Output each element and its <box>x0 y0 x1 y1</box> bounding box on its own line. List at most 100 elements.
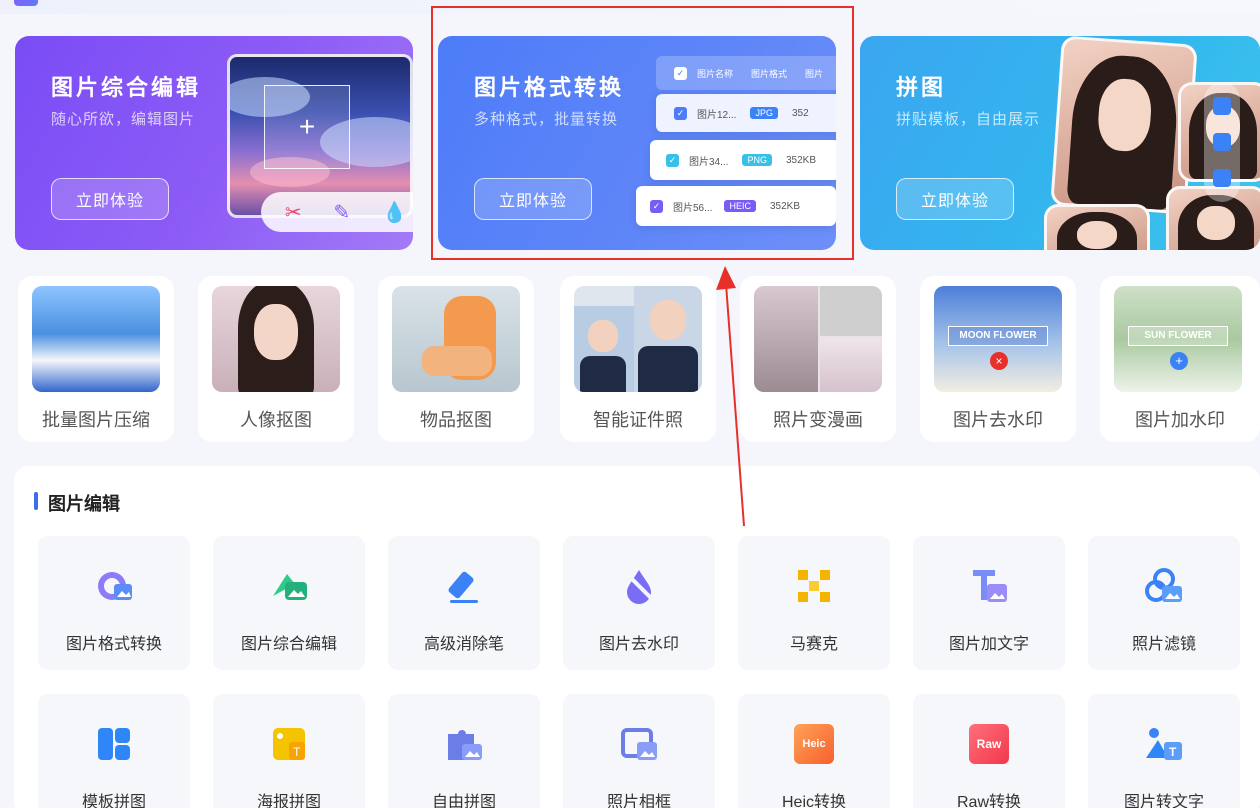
banner-format-convert[interactable]: 图片格式转换 多种格式，批量转换 立即体验 ✓ 图片名称 图片格式 图片 ✓ 图… <box>438 36 836 250</box>
drop-icon: 💧 <box>382 201 408 224</box>
add-text-icon <box>973 570 1007 602</box>
header-name: 图片名称 <box>697 68 734 79</box>
tool-raw-convert[interactable]: Raw Raw转换 <box>913 694 1065 808</box>
format-convert-icon <box>98 572 132 600</box>
watermark-overlay: SUN FLOWER <box>1128 326 1228 346</box>
tool-poster-collage[interactable]: T 海报拼图 <box>213 694 365 808</box>
filter-icon <box>1145 568 1182 602</box>
quick-tool-label: 图片去水印 <box>953 410 1043 430</box>
tool-label: 马赛克 <box>789 636 838 653</box>
eraser-pen-icon <box>448 571 478 603</box>
tool-add-text[interactable]: 图片加文字 <box>913 536 1065 670</box>
grid-icon <box>1213 97 1231 115</box>
table-row: ✓ 图片56... HEIC 352KB <box>636 186 836 226</box>
row-size: 352KB <box>785 154 817 166</box>
mosaic-icon <box>798 570 830 602</box>
row-name: 图片56... <box>673 202 713 214</box>
checkbox-icon: ✓ <box>674 106 687 120</box>
app-logo-icon <box>14 0 38 6</box>
table-row: ✓ 图片34... PNG 352KB <box>650 140 836 180</box>
row-name: 图片34... <box>689 156 729 168</box>
poster-collage-icon: T <box>273 728 305 760</box>
quick-tool-add-watermark[interactable]: SUN FLOWER + 图片加水印 <box>1100 276 1260 442</box>
tool-free-collage[interactable]: 自由拼图 <box>388 694 540 808</box>
quick-tool-label: 物品抠图 <box>420 410 492 430</box>
tool-heic-convert[interactable]: Heic Heic转换 <box>738 694 890 808</box>
quick-tool-batch-compress[interactable]: 批量图片压缩 <box>18 276 174 442</box>
quick-tool-portrait-cutout[interactable]: 人像抠图 <box>198 276 354 442</box>
banner-title: 拼图 <box>896 75 947 100</box>
quick-tool-photo-to-comic[interactable]: 照片变漫画 <box>740 276 896 442</box>
tool-label: 图片转文字 <box>1123 794 1204 808</box>
tool-label: 图片去水印 <box>598 636 679 653</box>
checkbox-icon: ✓ <box>650 199 663 213</box>
tool-label: Raw转换 <box>956 794 1021 808</box>
image-edit-icon <box>273 574 307 600</box>
heic-icon: Heic <box>794 724 834 764</box>
tool-template-collage[interactable]: 模板拼图 <box>38 694 190 808</box>
tool-label: 模板拼图 <box>81 794 146 808</box>
format-badge: JPG <box>750 107 778 119</box>
banner-image-edit[interactable]: 图片综合编辑 随心所欲，编辑图片 立即体验 + ✂ ✎ 💧 <box>15 36 413 250</box>
watermark-overlay: MOON FLOWER <box>948 326 1048 346</box>
banner-title: 图片综合编辑 <box>51 75 202 100</box>
section-title: 图片编辑 <box>48 494 120 514</box>
remove-watermark-thumbnail: MOON FLOWER × <box>934 286 1062 392</box>
section-accent-bar <box>34 492 38 510</box>
quick-tool-label: 图片加水印 <box>1135 410 1225 430</box>
table-row: ✓ 图片12... JPG 352 <box>656 94 836 132</box>
row-size: 352KB <box>769 200 801 212</box>
format-badge: PNG <box>742 154 772 166</box>
heic-badge-text: Heic <box>802 738 826 750</box>
tool-photo-frame[interactable]: 照片相框 <box>563 694 715 808</box>
object-thumbnail <box>392 286 520 392</box>
quick-tool-label: 批量图片压缩 <box>42 410 150 430</box>
tool-image-edit[interactable]: 图片综合编辑 <box>213 536 365 670</box>
try-now-button[interactable]: 立即体验 <box>474 178 592 220</box>
svg-text:T: T <box>293 745 301 759</box>
quick-tool-label: 智能证件照 <box>593 410 683 430</box>
edit-toolbar: ✂ ✎ 💧 <box>261 192 413 232</box>
format-badge: HEIC <box>724 200 756 212</box>
try-now-button[interactable]: 立即体验 <box>896 178 1014 220</box>
free-collage-icon <box>448 730 482 760</box>
tool-label: 照片相框 <box>606 794 671 808</box>
scissors-icon: ✂ <box>284 201 302 224</box>
brush-icon: ✎ <box>333 201 351 224</box>
banner-collage[interactable]: 拼图 拼贴模板，自由展示 立即体验 <box>860 36 1260 250</box>
add-watermark-thumbnail: SUN FLOWER + <box>1114 286 1242 392</box>
try-now-button[interactable]: 立即体验 <box>51 178 169 220</box>
tool-label: 图片加文字 <box>948 636 1029 653</box>
remove-watermark-icon <box>623 570 655 604</box>
tool-remove-watermark[interactable]: 图片去水印 <box>563 536 715 670</box>
quick-tool-object-cutout[interactable]: 物品抠图 <box>378 276 534 442</box>
tool-label: 自由拼图 <box>431 794 496 808</box>
header-format: 图片格式 <box>751 68 788 79</box>
compress-thumbnail <box>32 286 160 392</box>
quick-tool-remove-watermark[interactable]: MOON FLOWER × 图片去水印 <box>920 276 1076 442</box>
header-size: 图片 <box>805 68 824 79</box>
quick-tool-id-photo[interactable]: 智能证件照 <box>560 276 716 442</box>
tool-image-to-text[interactable]: T 图片转文字 <box>1088 694 1240 808</box>
comic-thumbnail <box>754 286 882 392</box>
photo-frame-icon <box>621 728 657 760</box>
tool-format-convert[interactable]: 图片格式转换 <box>38 536 190 670</box>
checkbox-icon: ✓ <box>666 153 679 167</box>
tool-label: 图片格式转换 <box>65 636 162 653</box>
tool-eraser-pen[interactable]: 高级消除笔 <box>388 536 540 670</box>
tool-label: 海报拼图 <box>256 794 321 808</box>
tool-mosaic[interactable]: 马赛克 <box>738 536 890 670</box>
add-icon: + <box>1170 352 1188 370</box>
portrait-thumbnail <box>212 286 340 392</box>
layers-icon <box>1213 133 1231 151</box>
banner-title: 图片格式转换 <box>474 75 625 100</box>
collage-side-toolbar <box>1204 82 1240 202</box>
table-header-row: ✓ 图片名称 图片格式 图片 <box>656 56 836 90</box>
checkbox-icon: ✓ <box>674 66 687 80</box>
panel-icon <box>1213 169 1231 187</box>
image-to-text-icon: T <box>1146 728 1182 760</box>
raw-icon: Raw <box>969 724 1009 764</box>
quick-tool-label: 照片变漫画 <box>773 410 863 430</box>
top-header-strip <box>0 0 1260 14</box>
tool-filter[interactable]: 照片滤镜 <box>1088 536 1240 670</box>
